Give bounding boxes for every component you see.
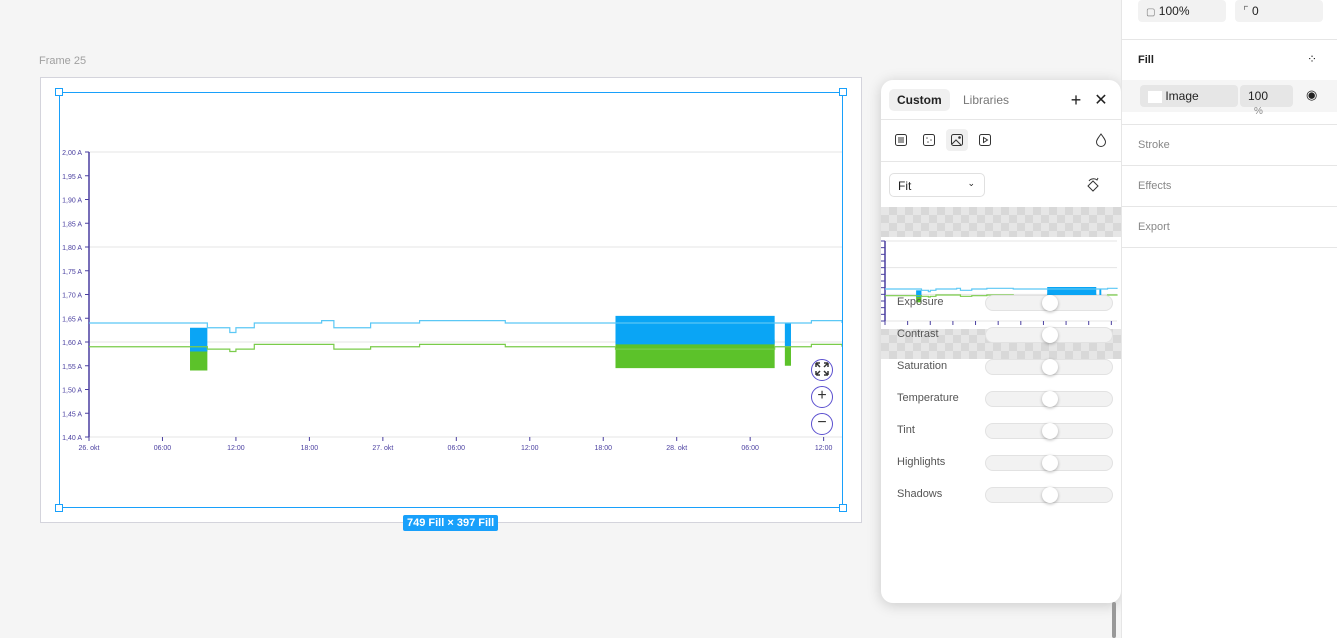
resize-handle[interactable] [839,504,847,512]
plus-icon[interactable]: + [1065,89,1087,111]
styles-icon[interactable]: ⁘ [1307,52,1317,66]
adjustment-slider[interactable] [985,295,1113,311]
chevron-down-icon: ⌄ [967,178,975,188]
adjustment-slider[interactable] [985,455,1113,471]
fill-opacity-field[interactable]: 100 % [1240,85,1293,117]
fill-opacity-value: 100 [1248,89,1269,103]
radius-value: 0 [1251,4,1259,18]
slider-thumb[interactable] [1042,455,1058,471]
corner-radius-field[interactable]: ⌜ 0 [1235,0,1323,22]
adjustment-label: Highlights [897,456,946,468]
slider-thumb[interactable] [1042,391,1058,407]
close-icon[interactable]: ✕ [1090,89,1112,111]
tab-custom[interactable]: Custom [889,89,950,111]
adjustment-label: Exposure [897,296,944,308]
properties-panel: ▢ 100% ⌜ 0 Fill ⁘ Image 100 % ◉ Stroke E… [1121,0,1337,638]
resize-handle[interactable] [55,88,63,96]
adjustment-slider[interactable] [985,327,1113,343]
fill-unit: % [1254,106,1263,117]
eye-icon[interactable]: ◉ [1306,87,1317,103]
fill-title: Fill [1138,54,1154,66]
adjustment-label: Contrast [897,328,939,340]
opacity-field[interactable]: ▢ 100% [1138,0,1226,22]
resize-handle[interactable] [839,88,847,96]
fit-mode-value: Fit [898,179,912,193]
adjustment-label: Saturation [897,360,948,372]
rotate-icon[interactable] [1082,174,1104,196]
series-band [1047,287,1097,295]
adjustment-slider[interactable] [985,359,1113,375]
opacity-value: 100% [1158,4,1190,18]
gradient-fill-icon[interactable] [918,129,940,151]
selection-box[interactable] [55,88,847,512]
export-section[interactable]: Export [1138,221,1170,233]
fit-mode-select[interactable]: Fit ⌄ [889,173,985,197]
frame-label[interactable]: Frame 25 [39,55,86,67]
adjustment-label: Temperature [897,392,959,404]
fill-popup: Custom Libraries + ✕ Fit ⌄ Exposure Contr… [881,80,1121,603]
adjustment-slider[interactable] [985,423,1113,439]
opacity-icon: ▢ [1146,7,1156,18]
fill-type-field[interactable]: Image [1140,85,1238,107]
adjustment-slider[interactable] [985,391,1113,407]
size-badge: 749 Fill × 397 Fill [403,515,499,531]
tab-libraries[interactable]: Libraries [955,89,1017,111]
fill-type-value: Image [1165,89,1199,103]
scrollbar[interactable] [1112,602,1116,638]
solid-fill-icon[interactable] [890,129,912,151]
corner-radius-icon: ⌜ [1243,4,1249,18]
preview-thumbnail [881,237,1121,329]
stroke-section[interactable]: Stroke [1138,139,1170,151]
adjustment-label: Shadows [897,488,943,500]
adjustment-label: Tint [897,424,915,436]
effects-section[interactable]: Effects [1138,180,1171,192]
slider-thumb[interactable] [1042,487,1058,503]
image-fill-icon[interactable] [946,129,968,151]
resize-handle[interactable] [55,504,63,512]
slider-thumb[interactable] [1042,295,1058,311]
blend-drop-icon[interactable] [1090,129,1112,151]
slider-thumb[interactable] [1042,423,1058,439]
image-swatch [1148,90,1162,103]
adjustment-slider[interactable] [985,487,1113,503]
slider-thumb[interactable] [1042,359,1058,375]
slider-thumb[interactable] [1042,327,1058,343]
video-fill-icon[interactable] [974,129,996,151]
